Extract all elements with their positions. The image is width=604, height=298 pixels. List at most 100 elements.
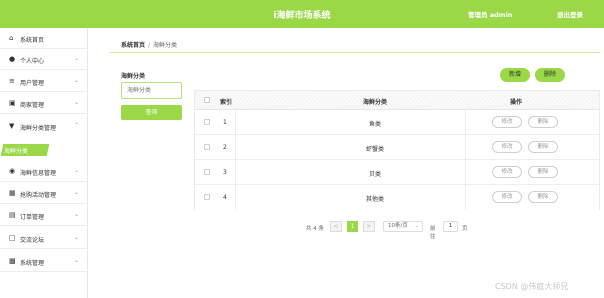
row-category: 贝类 — [368, 171, 381, 178]
sidebar-item-label: 海鲜分类管理 — [20, 125, 57, 132]
search-button[interactable]: 查询 — [121, 105, 182, 120]
row-delete-button[interactable]: 删除 — [528, 141, 558, 153]
row-delete-button[interactable]: 删除 — [528, 166, 558, 178]
sidebar-item-label: 订单管理 — [20, 214, 45, 221]
row-delete-button[interactable]: 删除 — [528, 191, 558, 203]
breadcrumb-divider — [110, 52, 600, 53]
chevron-down-icon: ⌄ — [414, 223, 419, 229]
watermark: CSDN @伟庭大师兄 — [495, 282, 569, 291]
column-divider — [235, 135, 236, 160]
column-divider — [235, 185, 236, 210]
chart-icon: ▩ — [9, 257, 16, 265]
sidebar-item-label: 交流论坛 — [20, 237, 45, 244]
sidebar-item-system[interactable]: ▩ 系统管理 ⌄ — [0, 251, 88, 272]
user-icon: ● — [9, 55, 16, 63]
table-row: 1 鱼类 修改 删除 — [195, 110, 599, 135]
row-index: 2 — [223, 144, 227, 151]
chevron-down-icon: ⌄ — [74, 99, 80, 106]
sidebar-subitem-label: 海鲜分类 — [4, 148, 29, 155]
pagination-prev-button[interactable]: < — [330, 221, 342, 232]
select-all-checkbox[interactable] — [204, 97, 210, 103]
row-edit-button[interactable]: 修改 — [492, 191, 522, 203]
sidebar-item-seafood-category[interactable]: ▼ 海鲜分类管理 ⌃ — [0, 116, 88, 137]
column-divider — [465, 110, 466, 135]
row-index: 1 — [223, 119, 227, 126]
sidebar-item-label: 系统首页 — [20, 37, 45, 44]
sidebar-item-label: 抢购活动管理 — [20, 192, 57, 199]
sidebar-item-label: 海鲜信息管理 — [20, 170, 57, 177]
sidebar: ⌂ 系统首页 ● 个人中心 ⌄ ≡ 用户管理 ⌄ ▣ 商家管理 ⌄ ▼ 海鲜分类… — [0, 28, 88, 298]
data-table: 索引 海鲜分类 操作 1 鱼类 修改 删除 2 虾蟹类 修改 删除 3 贝类 修… — [194, 90, 600, 210]
goto-page-input[interactable]: 1 — [443, 221, 458, 232]
table-row: 4 其他类 修改 删除 — [195, 185, 599, 210]
row-checkbox[interactable] — [204, 144, 210, 150]
sidebar-item-profile[interactable]: ● 个人中心 ⌄ — [0, 49, 88, 70]
row-checkbox[interactable] — [204, 169, 210, 175]
grid-icon: ▦ — [9, 189, 16, 197]
home-icon: ⌂ — [9, 34, 14, 42]
chevron-up-icon: ⌃ — [74, 122, 80, 129]
page-size-select[interactable]: 10条/页 ⌄ — [383, 221, 423, 232]
sidebar-item-label: 个人中心 — [20, 58, 45, 65]
top-bar: i海鲜市场系统 管理员 admin 退出登录 — [0, 0, 604, 28]
admin-label: 管理员 admin — [468, 11, 513, 19]
row-checkbox[interactable] — [204, 119, 210, 125]
sidebar-subitem-seafood-category[interactable]: 海鲜分类 — [0, 142, 88, 159]
row-edit-button[interactable]: 修改 — [492, 141, 522, 153]
delete-button[interactable]: 删除 — [535, 68, 565, 82]
row-index: 3 — [223, 169, 227, 176]
column-header-index: 索引 — [220, 99, 233, 106]
trophy-icon: ▼ — [9, 122, 15, 130]
app-title: i海鲜市场系统 — [273, 11, 331, 21]
logout-button[interactable]: 退出登录 — [557, 9, 583, 19]
row-edit-button[interactable]: 修改 — [492, 166, 522, 178]
search-label: 海鲜分类 — [121, 73, 146, 80]
row-checkbox[interactable] — [204, 194, 210, 200]
breadcrumb-current: 海鲜分类 — [153, 42, 178, 49]
search-input[interactable] — [121, 82, 182, 99]
column-divider — [235, 110, 236, 135]
row-delete-button[interactable]: 删除 — [528, 116, 558, 128]
goto-label: 前往 — [430, 226, 436, 240]
add-button[interactable]: 新增 — [500, 68, 530, 82]
column-divider — [465, 185, 466, 210]
pagination-next-button[interactable]: > — [363, 221, 375, 232]
sidebar-item-flash-sale[interactable]: ▦ 抢购活动管理 ⌄ — [0, 183, 88, 204]
store-icon: ▣ — [9, 99, 16, 107]
pagination-total: 共 4 条 — [306, 226, 324, 232]
chevron-down-icon: ⌄ — [74, 167, 80, 174]
forum-icon: □ — [9, 234, 16, 242]
pagination-page-current[interactable]: 1 — [347, 221, 358, 232]
table-row: 2 虾蟹类 修改 删除 — [195, 135, 599, 160]
row-category: 其他类 — [365, 196, 384, 203]
row-category: 虾蟹类 — [365, 146, 384, 153]
main-content: 系统首页/海鲜分类 海鲜分类 查询 新增 删除 索引 海鲜分类 操作 1 鱼类 … — [88, 28, 604, 298]
sidebar-item-merchants[interactable]: ▣ 商家管理 ⌄ — [0, 93, 88, 114]
breadcrumb-home[interactable]: 系统首页 — [121, 42, 145, 49]
order-icon: ▤ — [9, 211, 16, 219]
chevron-down-icon: ⌄ — [74, 189, 80, 196]
sidebar-item-home[interactable]: ⌂ 系统首页 — [0, 28, 88, 49]
row-index: 4 — [223, 194, 227, 201]
sidebar-item-label: 系统管理 — [20, 260, 45, 267]
sidebar-item-seafood-info[interactable]: ◉ 海鲜信息管理 ⌄ — [0, 161, 88, 182]
column-header-category: 海鲜分类 — [362, 99, 387, 106]
column-header-actions: 操作 — [510, 99, 523, 106]
chevron-down-icon: ⌄ — [74, 234, 80, 241]
column-divider — [235, 160, 236, 185]
chevron-down-icon: ⌄ — [74, 257, 80, 264]
table-row: 3 贝类 修改 删除 — [195, 160, 599, 185]
list-icon: ≡ — [9, 77, 15, 85]
row-edit-button[interactable]: 修改 — [492, 116, 522, 128]
breadcrumb: 系统首页 / 海鲜分类 — [121, 40, 177, 49]
sidebar-item-users[interactable]: ≡ 用户管理 ⌄ — [0, 71, 88, 92]
goto-suffix: 页 — [462, 226, 468, 232]
breadcrumb-separator: / — [148, 42, 151, 49]
sidebar-item-forum[interactable]: □ 交流论坛 ⌄ — [0, 228, 88, 249]
table-header: 索引 海鲜分类 操作 — [195, 91, 599, 110]
column-divider — [465, 135, 466, 160]
sidebar-item-orders[interactable]: ▤ 订单管理 ⌄ — [0, 205, 88, 226]
sidebar-item-label: 商家管理 — [20, 102, 45, 109]
chevron-down-icon: ⌄ — [74, 211, 80, 218]
chevron-down-icon: ⌄ — [74, 77, 80, 84]
